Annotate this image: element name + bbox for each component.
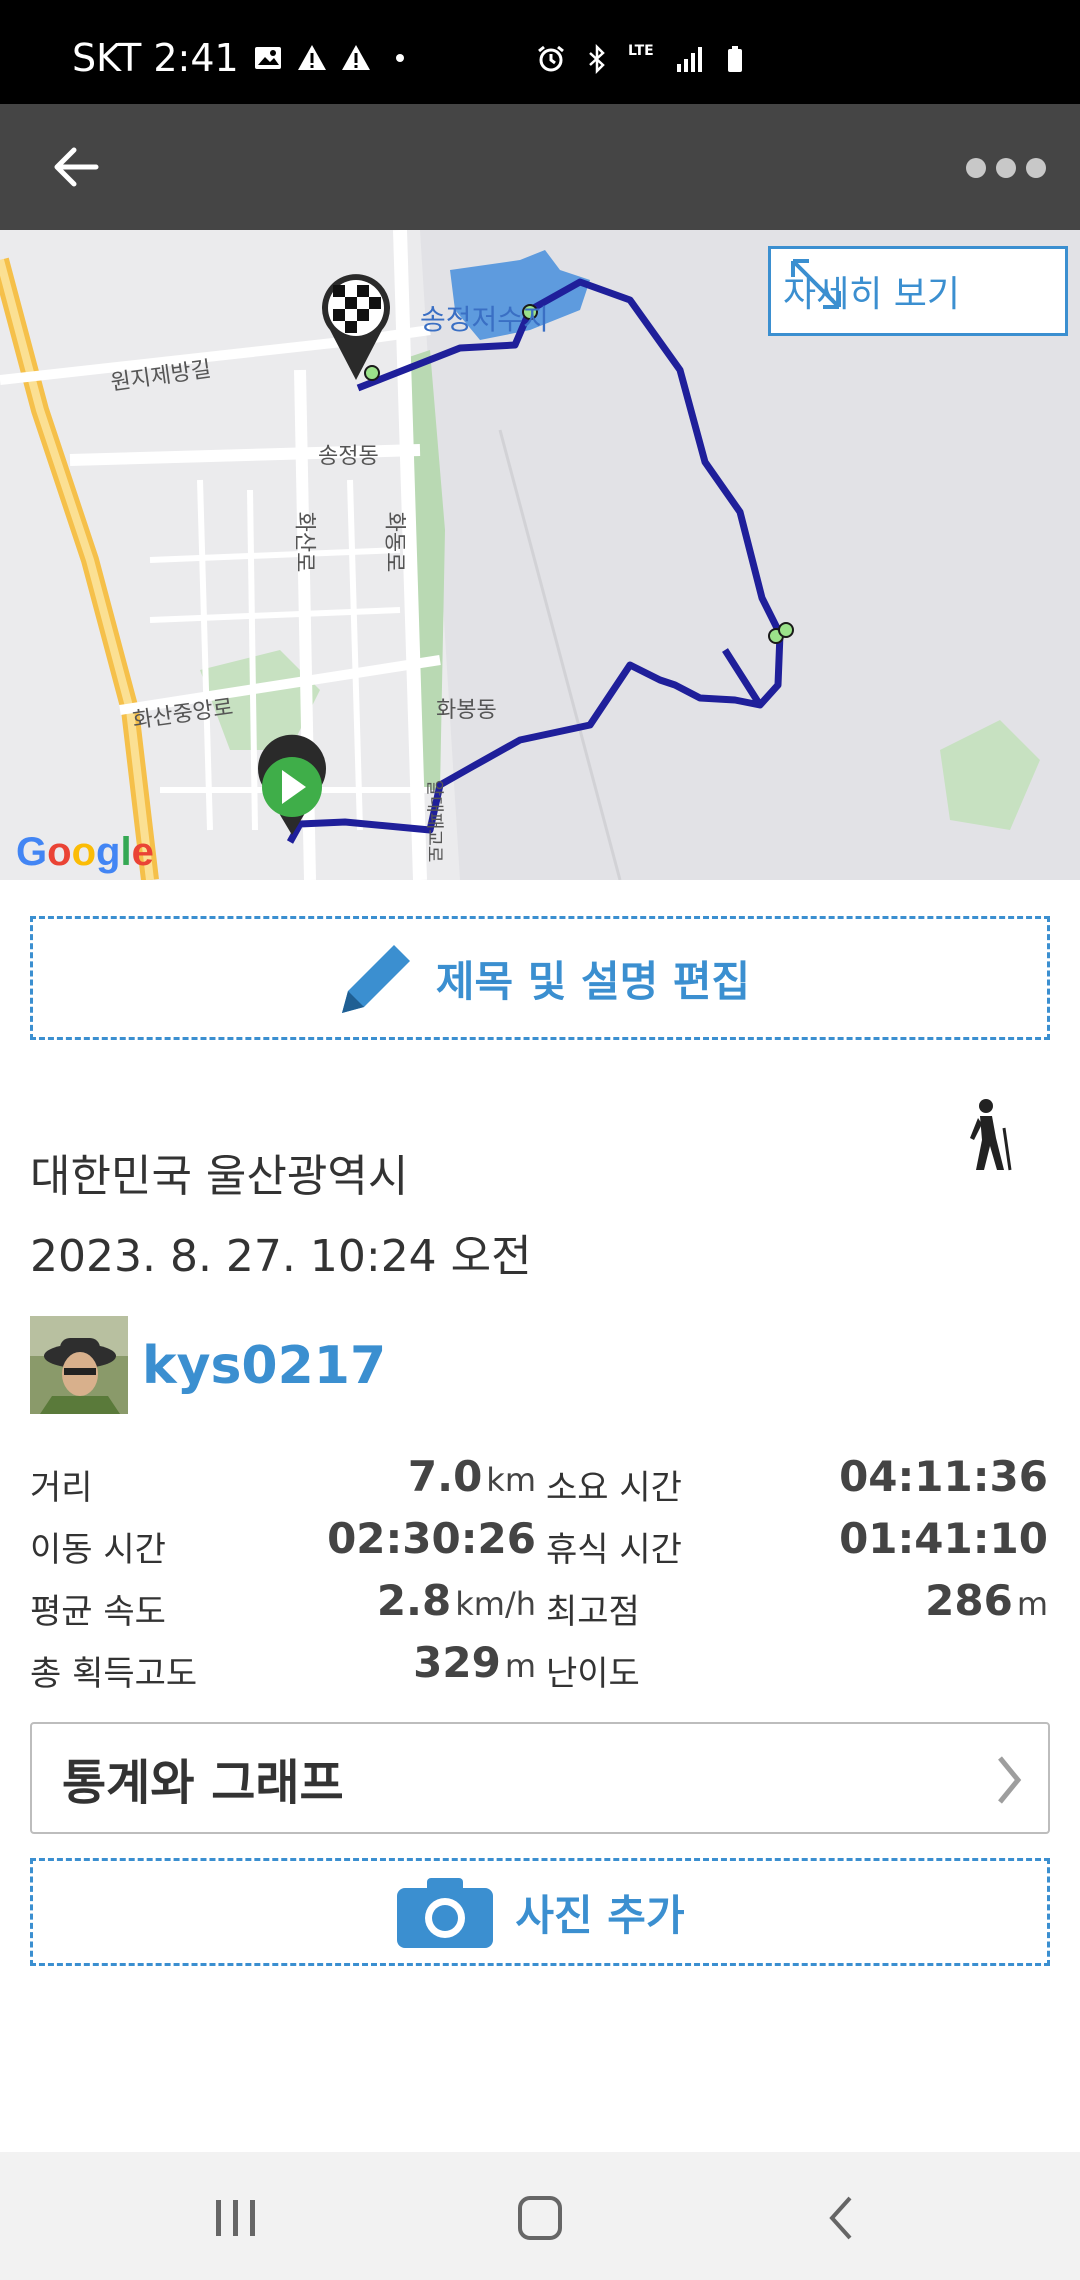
distance-label: 거리 xyxy=(30,1468,93,1508)
status-bar: SKT 2:41 LTE xyxy=(0,0,1080,104)
activity-location: 대한민국 울산광역시 xyxy=(30,1151,409,1202)
route-map[interactable]: 송정저수지 원지제방길 송정동 화산로 화동로 화산중앙로 화봉동 알대패교로 … xyxy=(0,230,1080,880)
highest-point-number: 286 xyxy=(925,1576,1013,1625)
distance-value: 7.0 km xyxy=(340,1452,536,1501)
status-left: SKT 2:41 xyxy=(72,36,415,80)
pencil-icon xyxy=(341,945,410,1013)
avg-speed-value: 2.8 km/h xyxy=(300,1576,536,1625)
avatar[interactable] xyxy=(30,1316,128,1414)
username[interactable]: kys0217 xyxy=(142,1336,386,1396)
duration-value: 04:11:36 xyxy=(839,1452,1048,1501)
camera-icon xyxy=(397,1878,494,1948)
elevation-gain-label: 총 획득고도 xyxy=(30,1654,198,1694)
status-right: LTE xyxy=(536,44,750,74)
add-photo-label: 사진 추가 xyxy=(515,1890,685,1940)
add-photo-button[interactable]: 사진 추가 xyxy=(30,1858,1050,1966)
back-nav-icon[interactable] xyxy=(812,2192,872,2244)
moving-time-value: 02:30:26 xyxy=(327,1514,536,1563)
stats-graph-label: 통계와 그래프 xyxy=(62,1755,344,1811)
rest-time-value: 01:41:10 xyxy=(839,1514,1048,1563)
hiker-icon xyxy=(970,1099,1012,1171)
highest-point-value: 286 m xyxy=(780,1576,1048,1625)
battery-icon xyxy=(728,46,742,72)
recents-icon[interactable] xyxy=(206,2192,266,2244)
alarm-icon xyxy=(538,45,564,72)
warning-icon xyxy=(297,45,326,70)
map-label-district2: 화봉동 xyxy=(436,698,497,723)
carrier-time: SKT 2:41 xyxy=(72,36,239,80)
elevation-gain-number: 329 xyxy=(413,1638,501,1687)
signal-icon xyxy=(677,47,702,72)
stats-graph-button[interactable]: 통계와 그래프 xyxy=(30,1722,1050,1834)
avg-speed-unit: km/h xyxy=(455,1585,536,1623)
elevation-gain-value: 329 m xyxy=(340,1638,536,1687)
map-label-road2: 화산로 xyxy=(291,511,317,573)
more-dots-icon[interactable] xyxy=(966,148,1046,188)
difficulty-label: 난이도 xyxy=(546,1654,640,1694)
map-label-road3: 화동로 xyxy=(381,511,407,573)
elevation-gain-unit: m xyxy=(504,1647,536,1685)
rest-time-label: 휴식 시간 xyxy=(546,1530,682,1570)
highest-point-label: 최고점 xyxy=(546,1592,640,1632)
google-logo: Google xyxy=(16,830,154,874)
bluetooth-icon xyxy=(589,44,605,74)
avg-speed-label: 평균 속도 xyxy=(30,1592,166,1632)
arrow-left-icon[interactable] xyxy=(44,134,110,200)
moving-time-label: 이동 시간 xyxy=(30,1530,166,1570)
system-nav-bar xyxy=(0,2152,1080,2280)
map-label-district1: 송정동 xyxy=(318,444,379,469)
map-label-road5: 알대패교로 xyxy=(423,779,445,863)
duration-label: 소요 시간 xyxy=(546,1468,682,1508)
avg-speed-number: 2.8 xyxy=(376,1576,452,1625)
map-detail-button[interactable]: 자세히 보기 xyxy=(768,246,1068,336)
edit-title-description-button[interactable]: 제목 및 설명 편집 xyxy=(30,916,1050,1040)
highest-point-unit: m xyxy=(1016,1585,1048,1623)
lte-icon: LTE xyxy=(628,43,654,59)
app-bar xyxy=(0,104,1080,230)
image-icon xyxy=(254,47,281,69)
dot-icon xyxy=(395,54,404,62)
activity-datetime: 2023. 8. 27. 10:24 오전 xyxy=(30,1231,532,1282)
home-icon[interactable] xyxy=(510,2192,570,2244)
distance-number: 7.0 xyxy=(407,1452,483,1501)
distance-unit: km xyxy=(486,1461,536,1499)
edit-title-label: 제목 및 설명 편집 xyxy=(435,956,751,1006)
warning-icon xyxy=(341,45,370,70)
map-label-reservoir: 송정저수지 xyxy=(420,303,549,336)
expand-icon xyxy=(791,259,841,309)
chevron-right-icon xyxy=(998,1756,1022,1804)
